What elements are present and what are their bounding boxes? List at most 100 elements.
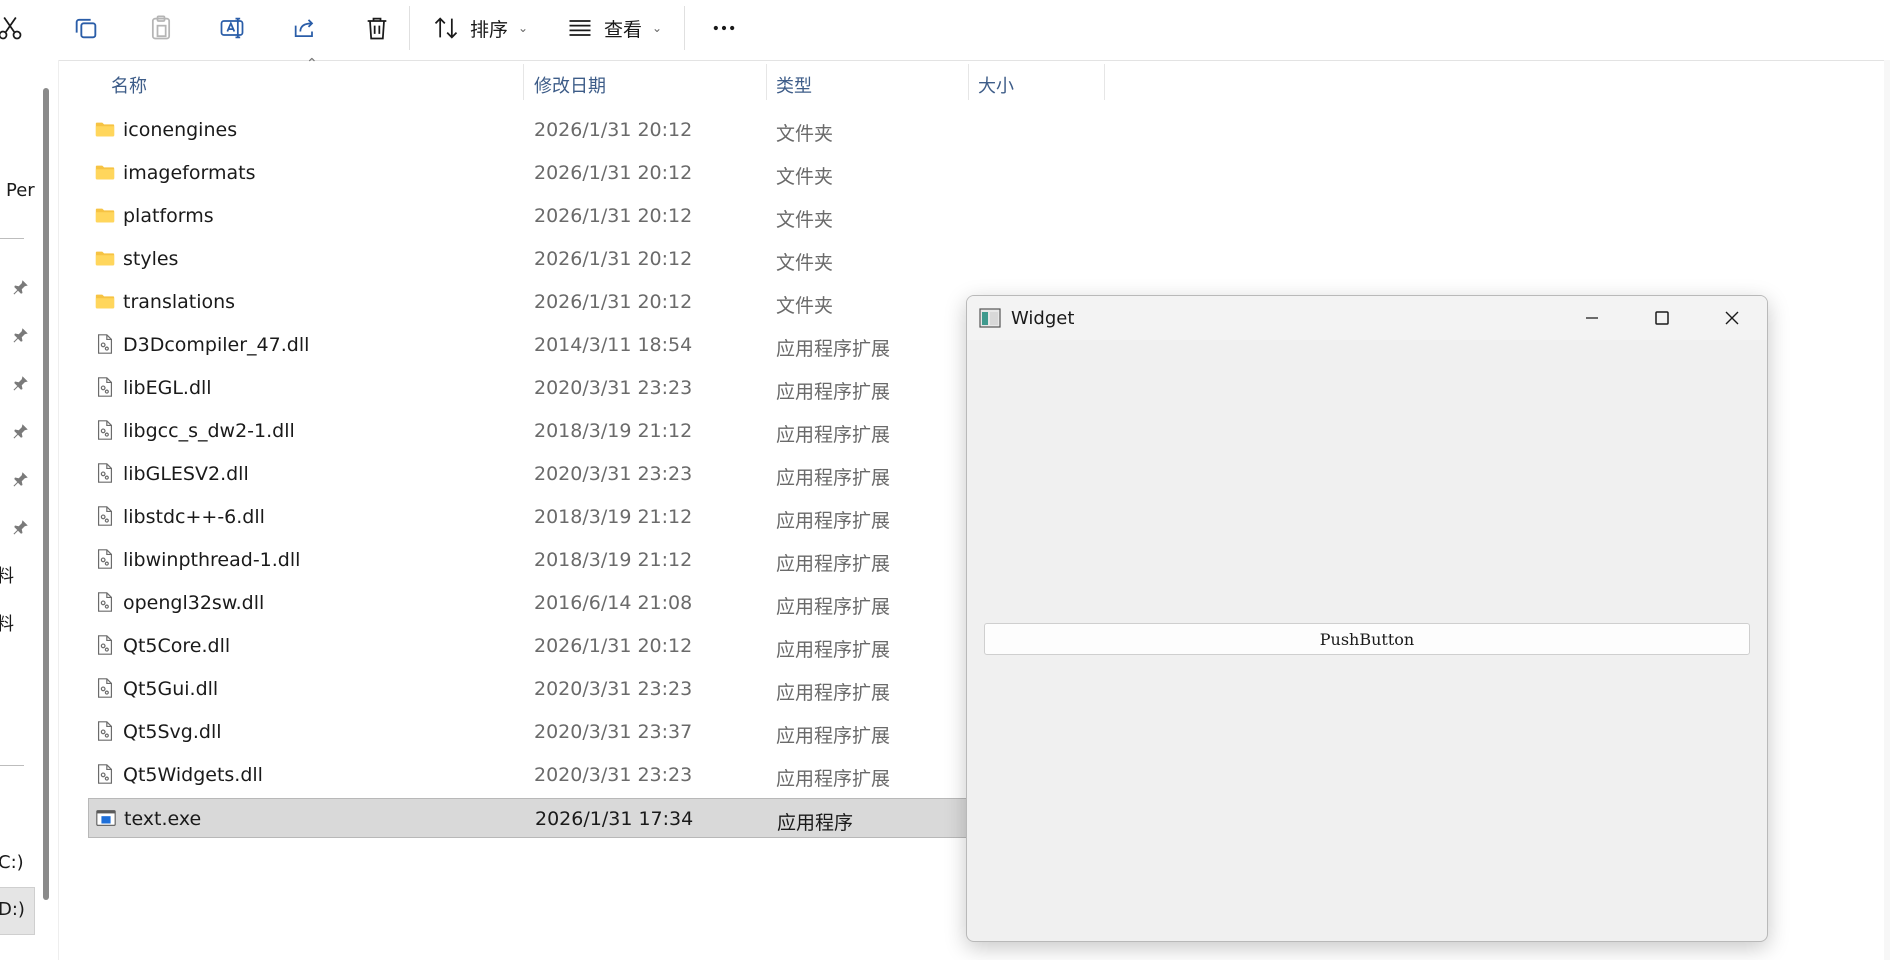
close-button[interactable] [1697,296,1767,340]
column-name[interactable]: 名称 [111,72,147,98]
file-date: 2026/1/31 20:12 [534,635,693,657]
widget-title-bar[interactable]: Widget [967,296,1767,340]
pin-icon [13,376,28,391]
cut-icon [0,17,22,40]
column-divider[interactable] [766,64,767,100]
file-date: 2018/3/19 21:12 [534,420,693,442]
exe-file-icon [96,810,116,826]
file-date: 2018/3/19 21:12 [534,549,693,571]
folder-icon [95,251,115,266]
navigation-pane: Per 料 料 C:) D:) [0,60,58,960]
dll-file-icon [97,377,113,397]
file-date: 2018/3/19 21:12 [534,506,693,528]
maximize-icon [1655,311,1669,325]
paste-button[interactable] [139,8,183,48]
more-options-button[interactable] [704,8,744,48]
column-size[interactable]: 大小 [978,72,1014,98]
file-name: opengl32sw.dll [123,592,265,614]
file-date: 2026/1/31 20:12 [534,291,693,313]
minimize-icon [1586,317,1598,319]
column-type[interactable]: 类型 [776,72,812,98]
file-date: 2026/1/31 17:34 [535,808,694,830]
dll-file-icon [97,549,113,569]
maximize-button[interactable] [1627,296,1697,340]
file-name: text.exe [124,808,202,830]
app-window-icon [979,308,1001,328]
chevron-down-icon: ⌄ [652,21,663,35]
file-name: D3Dcompiler_47.dll [123,334,310,356]
file-name: platforms [123,205,214,227]
file-type: 应用程序扩展 [776,639,891,661]
view-menu-button[interactable]: 查看 ⌄ [566,8,662,48]
file-date: 2016/6/14 21:08 [534,592,693,614]
column-divider[interactable] [523,64,524,100]
file-type: 应用程序扩展 [776,381,891,403]
file-date: 2026/1/31 20:12 [534,119,693,141]
share-button[interactable] [283,8,327,48]
more-icon [713,25,735,31]
file-type: 应用程序扩展 [776,768,891,790]
delete-button[interactable] [355,8,399,48]
file-type: 文件夹 [776,166,834,188]
file-date: 2026/1/31 20:12 [534,205,693,227]
file-type: 应用程序扩展 [776,682,891,704]
copy-button[interactable] [64,8,108,48]
delete-icon [367,17,387,40]
list-item[interactable]: imageformats 2026/1/31 20:12 文件夹 [88,153,1128,193]
file-date: 2020/3/31 23:23 [534,377,693,399]
list-item[interactable]: iconengines 2026/1/31 20:12 文件夹 [88,110,1128,150]
list-item[interactable]: styles 2026/1/31 20:12 文件夹 [88,239,1128,279]
column-modified[interactable]: 修改日期 [534,72,606,98]
dll-file-icon [97,420,113,440]
folder-icon [95,294,115,309]
folder-icon [95,208,115,223]
nav-divider [0,238,24,239]
nav-scrollbar[interactable] [43,88,49,900]
file-name: iconengines [123,119,238,141]
column-header: 名称 修改日期 类型 大小 [88,60,1108,104]
pin-icon [13,472,28,487]
dll-file-icon [97,635,113,655]
file-type: 应用程序扩展 [776,424,891,446]
file-type: 应用程序 [777,812,854,834]
command-bar: 排序 ⌄ 查看 ⌄ [0,0,1890,61]
pin-icon [13,328,28,343]
file-date: 2014/3/11 18:54 [534,334,693,356]
file-name: libEGL.dll [123,377,212,399]
file-date: 2020/3/31 23:23 [534,764,693,786]
list-item[interactable]: platforms 2026/1/31 20:12 文件夹 [88,196,1128,236]
file-name: libstdc++-6.dll [123,506,265,528]
file-type: 文件夹 [776,209,834,231]
dll-file-icon [97,592,113,612]
file-name: Qt5Core.dll [123,635,231,657]
rename-button[interactable] [210,8,254,48]
file-name: Qt5Svg.dll [123,721,222,743]
nav-item-drive-c[interactable]: C:) [0,852,24,873]
file-name: styles [123,248,179,270]
view-label: 查看 [604,18,643,41]
share-icon [294,19,314,38]
file-date: 2026/1/31 20:12 [534,162,693,184]
list-scrollbar[interactable] [1884,60,1890,960]
sort-menu-button[interactable]: 排序 ⌄ [432,8,528,48]
file-name: Qt5Widgets.dll [123,764,263,786]
cut-button[interactable] [0,8,32,48]
nav-item-folder-1[interactable]: 料 [0,562,14,588]
push-button[interactable]: PushButton [984,623,1750,655]
nav-item-personal[interactable]: Per [6,180,35,201]
file-type: 应用程序扩展 [776,467,891,489]
file-name: Qt5Gui.dll [123,678,219,700]
folder-icon [95,165,115,180]
toolbar-separator [409,6,410,50]
widget-window: Widget PushButton [966,295,1768,942]
minimize-button[interactable] [1557,296,1627,340]
nav-item-drive-d[interactable]: D:) [0,899,25,920]
widget-title: Widget [1011,308,1075,329]
file-type: 应用程序扩展 [776,338,891,360]
column-divider[interactable] [968,64,969,100]
nav-divider [0,765,24,766]
column-divider[interactable] [1104,64,1105,100]
file-date: 2026/1/31 20:12 [534,248,693,270]
file-type: 应用程序扩展 [776,510,891,532]
nav-item-folder-2[interactable]: 料 [0,610,14,636]
